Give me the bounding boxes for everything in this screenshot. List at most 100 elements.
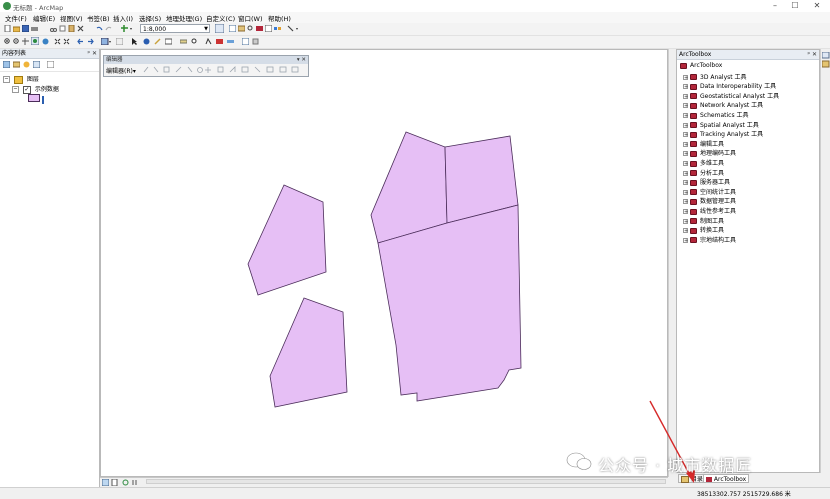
expand-icon[interactable]: +	[683, 74, 688, 80]
parcel-polygon-left-lower[interactable]	[269, 297, 348, 408]
expand-icon[interactable]: +	[683, 170, 688, 176]
time-slider-icon[interactable]	[227, 38, 234, 45]
toolbox-item[interactable]: +3D Analyst 工具	[683, 72, 747, 81]
expand-icon[interactable]: +	[683, 228, 688, 234]
expand-icon[interactable]: +	[683, 209, 688, 215]
toolbox-item[interactable]: + Data Interoperability 工具	[683, 81, 776, 90]
layer-visibility-checkbox[interactable]: ✓	[22, 85, 31, 94]
find-route-icon[interactable]	[205, 38, 212, 45]
measure-icon[interactable]	[180, 38, 187, 45]
toolbox-item[interactable]: + 数据管理工具	[683, 196, 736, 205]
data-view-icon[interactable]	[102, 479, 109, 486]
expand-icon[interactable]: +	[683, 237, 688, 243]
arctoolbox-icon[interactable]	[256, 25, 263, 32]
arctoolbox-root[interactable]: ArcToolbox	[680, 62, 722, 69]
expand-icon[interactable]: +	[683, 132, 688, 138]
map-canvas[interactable]	[101, 50, 667, 476]
layout-view-icon[interactable]	[111, 479, 118, 486]
toolbox-item[interactable]: + Geostatistical Analyst 工具	[683, 91, 779, 100]
expand-icon[interactable]: +	[683, 103, 688, 109]
create-viewer-window-icon[interactable]	[242, 38, 249, 45]
back-extent-icon[interactable]	[77, 38, 84, 45]
fixed-zoom-in-icon[interactable]	[54, 38, 61, 45]
python-window-icon[interactable]	[265, 25, 272, 32]
list-by-drawing-order-icon[interactable]	[3, 61, 10, 68]
toolbox-item[interactable]: + 转换工具	[683, 225, 724, 234]
toolbox-item[interactable]: + 空间统计工具	[683, 187, 736, 196]
toc-layer-sample-data[interactable]: − ✓ 示例数据	[12, 84, 59, 94]
go-to-xy-icon[interactable]	[216, 38, 223, 45]
toolbox-item[interactable]: + 地理编码工具	[683, 148, 736, 157]
expand-icon[interactable]: +	[683, 151, 688, 157]
close-icon[interactable]: ▾ ✕	[297, 56, 306, 64]
toolbox-item[interactable]: + Network Analyst 工具	[683, 100, 763, 109]
toolbox-item[interactable]: + 服务器工具	[683, 177, 730, 186]
save-icon[interactable]	[22, 25, 29, 32]
expand-icon[interactable]: +	[683, 161, 688, 167]
find-icon[interactable]	[191, 38, 198, 45]
chevron-down-icon[interactable]: ▼	[204, 25, 208, 34]
toolbox-item[interactable]: + Schematics 工具	[683, 110, 748, 119]
add-data-icon[interactable]	[121, 25, 133, 32]
clear-selection-icon[interactable]	[116, 38, 123, 45]
map-horizontal-scrollbar[interactable]	[146, 479, 666, 484]
pan-icon[interactable]	[22, 38, 29, 45]
full-extent-icon[interactable]	[31, 37, 39, 45]
toolbar-options-icon[interactable]	[252, 38, 259, 45]
parcel-polygon-left-upper[interactable]	[247, 184, 327, 296]
map-data-view[interactable]	[100, 49, 668, 477]
expand-icon[interactable]: +	[683, 122, 688, 128]
globe-icon[interactable]	[42, 38, 49, 45]
menu-selection[interactable]: 选择(S)	[139, 13, 161, 23]
layer-symbol[interactable]	[28, 94, 44, 104]
map-scale-combobox[interactable]: 1:8,000 ▼	[140, 24, 210, 33]
polygon-symbol-swatch[interactable]	[28, 94, 40, 102]
hyperlink-icon[interactable]	[154, 38, 161, 45]
toolbox-item[interactable]: + Tracking Analyst 工具	[683, 129, 763, 138]
paste-icon[interactable]	[68, 25, 75, 32]
pin-icon[interactable]: ᵖ ✕	[807, 50, 817, 59]
pause-drawing-icon[interactable]	[131, 479, 138, 486]
expand-icon[interactable]: +	[683, 113, 688, 119]
cut-icon[interactable]	[50, 25, 57, 32]
print-icon[interactable]	[31, 25, 38, 32]
toolbox-item[interactable]: + 线性参考工具	[683, 206, 736, 215]
forward-extent-icon[interactable]	[87, 38, 94, 45]
search-window-icon[interactable]	[247, 25, 254, 32]
toolbox-item[interactable]: + 编辑工具	[683, 139, 724, 148]
menu-file[interactable]: 文件(F)	[5, 13, 27, 23]
delete-icon[interactable]	[77, 25, 84, 32]
list-by-visibility-icon[interactable]	[23, 61, 30, 68]
catalog-icon[interactable]	[238, 25, 245, 32]
expand-icon[interactable]: +	[683, 141, 688, 147]
maximize-icon[interactable]: ☐	[788, 1, 802, 11]
toolbox-item[interactable]: + Spatial Analyst 工具	[683, 120, 759, 129]
collapse-icon[interactable]: −	[12, 86, 19, 93]
list-by-selection-icon[interactable]	[33, 61, 40, 68]
menu-windows[interactable]: 窗口(W)	[238, 13, 263, 23]
expand-icon[interactable]: +	[683, 218, 688, 224]
expand-icon[interactable]: +	[683, 84, 688, 90]
open-folder-icon[interactable]	[13, 25, 20, 32]
minimize-icon[interactable]: –	[768, 1, 782, 11]
table-of-contents-icon[interactable]	[229, 25, 236, 32]
editor-toolbar-icon[interactable]	[215, 24, 224, 33]
fixed-zoom-out-icon[interactable]	[63, 38, 70, 45]
editor-menu-button[interactable]: 编辑器(R)▾	[106, 66, 136, 75]
collapse-icon[interactable]: −	[3, 76, 10, 83]
menu-customize[interactable]: 自定义(C)	[206, 13, 235, 23]
expand-icon[interactable]: +	[683, 180, 688, 186]
new-document-icon[interactable]	[4, 25, 11, 32]
copy-icon[interactable]	[59, 25, 66, 32]
model-builder-icon[interactable]	[274, 25, 281, 32]
expand-icon[interactable]: +	[683, 93, 688, 99]
toolbox-item[interactable]: + 宗地结构工具	[683, 235, 736, 244]
html-popup-icon[interactable]	[165, 38, 172, 45]
list-by-source-icon[interactable]	[13, 61, 20, 68]
toolbox-item[interactable]: + 制图工具	[683, 216, 724, 225]
toc-root-layers[interactable]: − 图层	[3, 74, 39, 84]
select-features-icon[interactable]	[101, 38, 112, 45]
redo-icon[interactable]	[105, 25, 112, 32]
identify-icon[interactable]	[143, 38, 150, 45]
zoom-out-icon[interactable]	[13, 38, 20, 45]
